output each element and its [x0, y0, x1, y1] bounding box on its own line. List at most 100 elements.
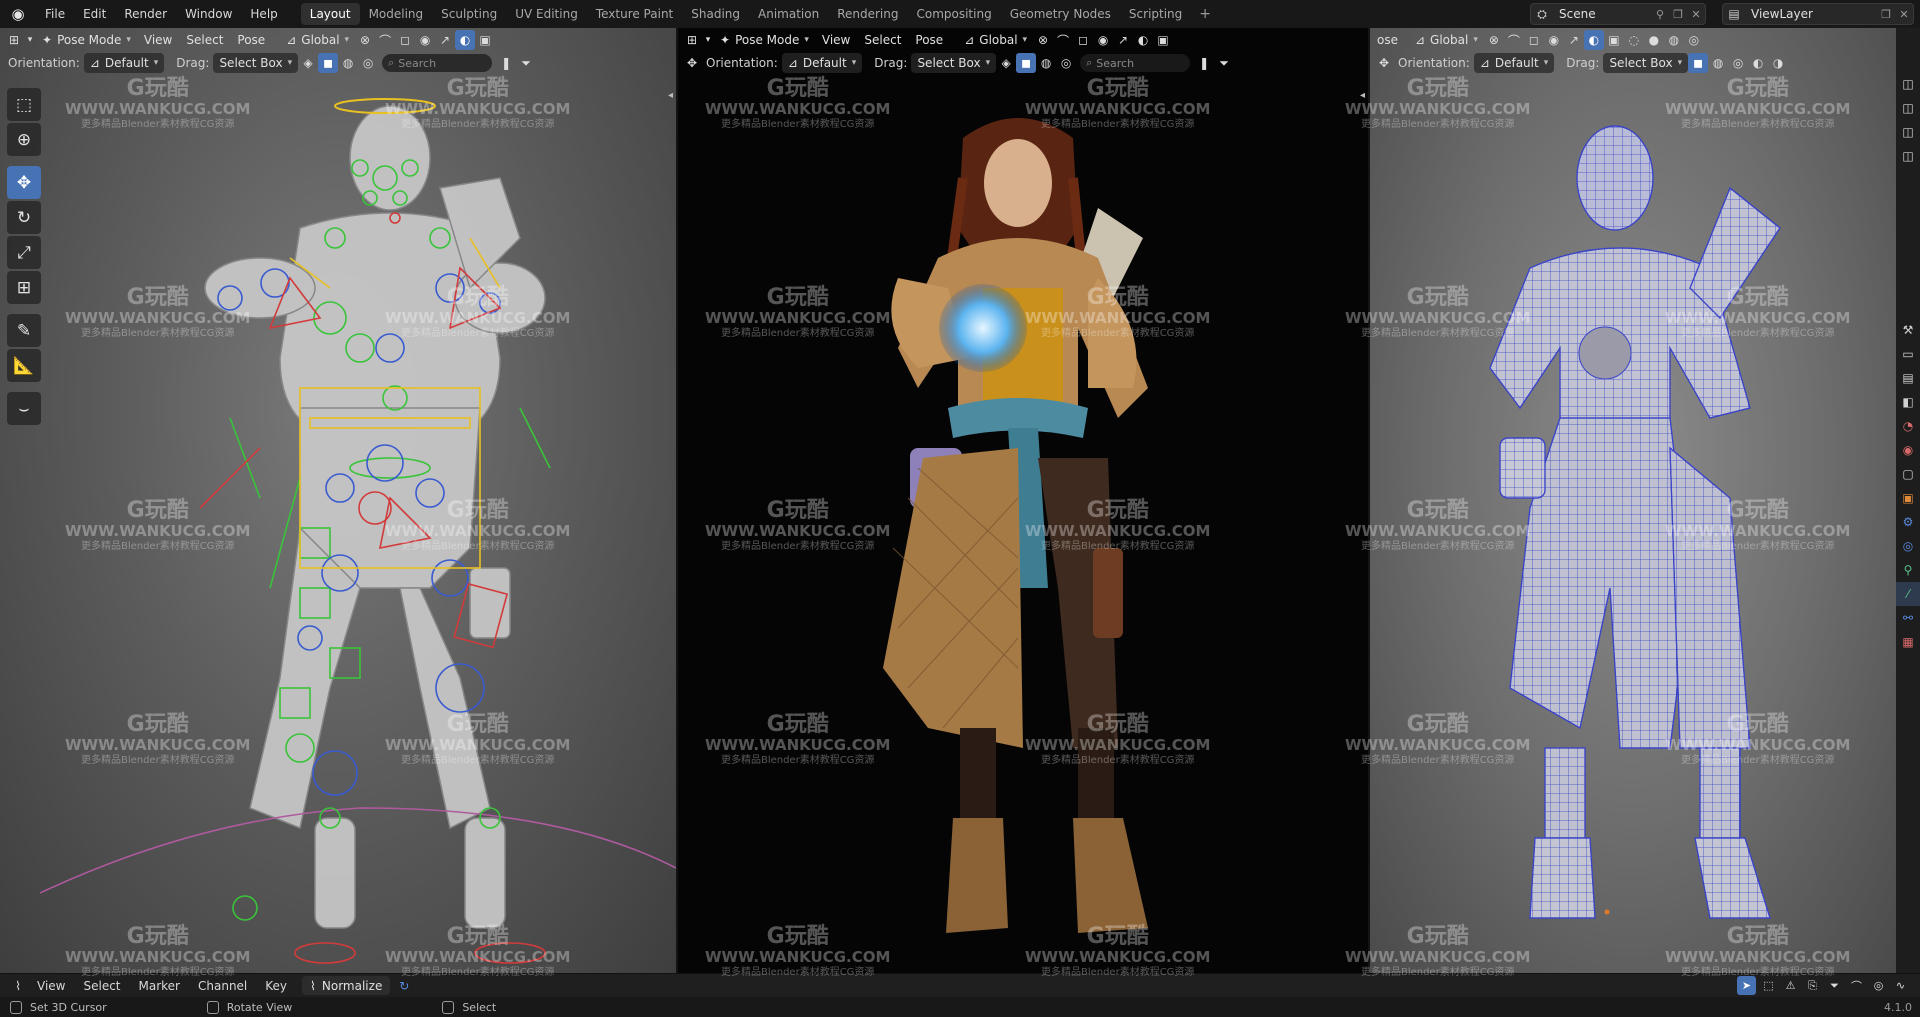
menu-view[interactable]: View	[815, 33, 857, 47]
timeline-menu-key[interactable]: Key	[256, 979, 296, 993]
annotate-icon[interactable]: ✎	[7, 314, 41, 347]
drag-dropdown[interactable]: Select Box ▾	[1603, 53, 1689, 73]
search-field[interactable]: ⌕ Search	[382, 54, 493, 72]
object-icon[interactable]: ▣	[1896, 486, 1920, 510]
sidebar-toggle-icon[interactable]: ◂	[668, 90, 673, 101]
mode-selector[interactable]: ✦ Pose Mode ▾	[36, 30, 137, 50]
select-mode-icon[interactable]: ◼	[1688, 53, 1709, 73]
select-box-icon[interactable]: ⬚	[7, 88, 41, 121]
rendered-shading-icon[interactable]: ◎	[358, 53, 378, 73]
view-layer-icon[interactable]: ◧	[1896, 390, 1920, 414]
tool-icon[interactable]: ⚒	[1896, 318, 1920, 342]
timeline-menu-select[interactable]: Select	[74, 979, 129, 993]
cursor-icon[interactable]: ⊕	[7, 123, 41, 156]
proportional-icon[interactable]: ◻	[1073, 30, 1093, 50]
viewport-rig[interactable]: ⊞ ▾ ✦ Pose Mode ▾ View Select Pose ⊿ Global…	[0, 28, 676, 973]
drag-dropdown[interactable]: Select Box ▾	[911, 53, 997, 73]
tab-animation[interactable]: Animation	[749, 3, 828, 25]
transform-tool-icon[interactable]: ✥	[682, 53, 702, 73]
collection-icon[interactable]: ▢	[1896, 462, 1920, 486]
camera-icon[interactable]: ◫	[1896, 72, 1920, 96]
xray-icon[interactable]: ▣	[1153, 30, 1173, 50]
ghost-icon[interactable]: ⎘	[1803, 976, 1822, 995]
show-errors-icon[interactable]: ⚠	[1781, 976, 1800, 995]
tab-modeling[interactable]: Modeling	[360, 3, 433, 25]
pivot-icon[interactable]: ⊗	[355, 30, 375, 50]
rendered-shading-icon[interactable]: ◎	[1684, 30, 1704, 50]
move-icon[interactable]: ✥	[7, 166, 41, 199]
editor-type-chevron-icon[interactable]: ▾	[702, 30, 714, 50]
output-icon[interactable]: ▤	[1896, 366, 1920, 390]
scene-selector[interactable]: ⛭ Scene ⚲ ❐ ✕	[1530, 3, 1706, 25]
material-shading-icon[interactable]: ◍	[338, 53, 358, 73]
timeline-menu-marker[interactable]: Marker	[130, 979, 189, 993]
bookmark-icon[interactable]: ❚	[1194, 53, 1214, 73]
visibility-icon[interactable]: ◉	[415, 30, 435, 50]
snap-icon[interactable]: ⌒	[1053, 30, 1073, 50]
menu-help[interactable]: Help	[241, 2, 286, 26]
gizmo-icon[interactable]: ↗	[435, 30, 455, 50]
transform-orientation-dropdown[interactable]: ⊿ Global ▾	[1409, 30, 1484, 50]
visibility-icon[interactable]: ◉	[1544, 30, 1564, 50]
snap-icon[interactable]: ⌒	[1847, 976, 1866, 995]
gizmo-icon[interactable]: ↗	[1113, 30, 1133, 50]
rendered-shading-icon[interactable]: ◎	[1056, 53, 1076, 73]
viewport-rendered[interactable]: ⊞ ▾ ✦ Pose Mode ▾ View Select Pose ⊿ Global…	[678, 28, 1368, 973]
transform-tool-icon[interactable]: ✥	[1374, 53, 1394, 73]
menu-pose[interactable]: Pose	[230, 33, 272, 47]
tab-rendering[interactable]: Rendering	[828, 3, 907, 25]
scene-name[interactable]: Scene	[1553, 7, 1651, 21]
extend-select-icon[interactable]: ◍	[1708, 53, 1728, 73]
tab-layout[interactable]: Layout	[300, 3, 360, 25]
viewport-wireframe[interactable]: ose ⊿ Global ▾ ⊗ ⌒ ◻ ◉ ↗ ◐ ▣ ◌ ● ◍ ◎ ✥ Ori…	[1370, 28, 1896, 973]
solid-shading-icon[interactable]: ◼	[1016, 53, 1037, 73]
wireframe-shading-icon[interactable]: ◌	[1624, 30, 1644, 50]
rendered-character[interactable]	[678, 28, 1368, 973]
xray-icon[interactable]: ▣	[475, 30, 495, 50]
mode-selector-truncated[interactable]: ose	[1374, 33, 1401, 47]
texture-icon[interactable]: ▦	[1896, 630, 1920, 654]
physics-icon[interactable]: ◎	[1896, 534, 1920, 558]
editor-type-icon[interactable]: ⊞	[4, 30, 24, 50]
orientation-dropdown[interactable]: ⊿ Default ▾	[1473, 53, 1555, 73]
snap-icon[interactable]: ⌒	[1504, 30, 1524, 50]
menu-file[interactable]: File	[36, 2, 74, 26]
tab-shading[interactable]: Shading	[682, 3, 749, 25]
only-selected-icon[interactable]: ⬚	[1759, 976, 1778, 995]
proportional-icon[interactable]: ◻	[1524, 30, 1544, 50]
new-view-layer-icon[interactable]: ❐	[1877, 8, 1895, 21]
menu-select[interactable]: Select	[857, 33, 908, 47]
subtract-select-icon[interactable]: ◎	[1728, 53, 1748, 73]
editor-type-chevron-icon[interactable]: ▾	[24, 30, 36, 50]
timeline-menu-view[interactable]: View	[28, 979, 74, 993]
orientation-dropdown[interactable]: ⊿ Default ▾	[781, 53, 863, 73]
pivot-icon[interactable]: ⊗	[1484, 30, 1504, 50]
drag-dropdown[interactable]: Select Box ▾	[213, 53, 299, 73]
render-icon[interactable]: ▭	[1896, 342, 1920, 366]
solid-shading-icon[interactable]: ●	[1644, 30, 1664, 50]
blender-logo-icon[interactable]: ◉	[8, 4, 28, 24]
object-data-icon[interactable]: ◈	[298, 53, 318, 73]
view-layer-name[interactable]: ViewLayer	[1745, 7, 1877, 21]
camera-icon[interactable]: ◫	[1896, 96, 1920, 120]
menu-view[interactable]: View	[137, 33, 179, 47]
solid-shading-icon[interactable]: ◼	[318, 53, 339, 73]
rotate-icon[interactable]: ↻	[7, 201, 41, 234]
bone-constraint-icon[interactable]: ⚯	[1896, 606, 1920, 630]
xray-icon[interactable]: ▣	[1604, 30, 1624, 50]
normalize-toggle[interactable]: ⌇ Normalize	[302, 976, 391, 995]
world-icon[interactable]: ◉	[1896, 438, 1920, 462]
transform-icon[interactable]: ⊞	[7, 271, 41, 304]
tab-scripting[interactable]: Scripting	[1120, 3, 1191, 25]
difference-select-icon[interactable]: ◐	[1748, 53, 1768, 73]
tab-compositing[interactable]: Compositing	[907, 3, 1000, 25]
sidebar-toggle-icon[interactable]: ◂	[1360, 90, 1365, 101]
snap-icon[interactable]: ⌒	[375, 30, 395, 50]
gizmo-icon[interactable]: ↗	[1564, 30, 1584, 50]
overlay-icon[interactable]: ◐	[1583, 30, 1604, 50]
menu-render[interactable]: Render	[115, 2, 176, 26]
transform-orientation-dropdown[interactable]: ⊿ Global ▾	[958, 30, 1033, 50]
graph-icon[interactable]: ∿	[1891, 976, 1910, 995]
bookmark-icon[interactable]: ❚	[496, 53, 516, 73]
camera-icon[interactable]: ◫	[1896, 144, 1920, 168]
